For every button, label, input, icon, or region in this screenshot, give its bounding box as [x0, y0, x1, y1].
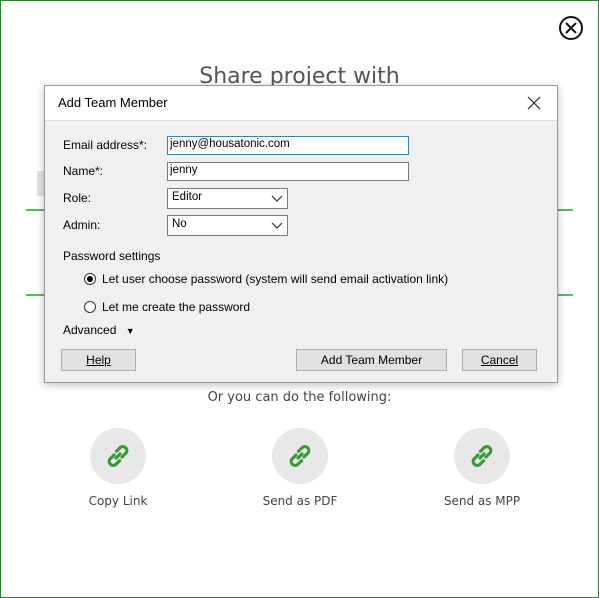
role-label: Role: — [63, 191, 92, 205]
help-button-label: Help — [86, 353, 111, 367]
admin-label: Admin: — [63, 218, 101, 232]
divider — [26, 294, 46, 296]
close-icon — [565, 22, 577, 34]
name-label: Name*: — [63, 164, 104, 178]
add-team-member-dialog: Add Team Member Email address*: jenny@ho… — [44, 85, 558, 383]
send-mpp-button[interactable] — [454, 428, 510, 484]
send-pdf-label: Send as PDF — [262, 494, 338, 508]
email-field[interactable]: jenny@housatonic.com — [167, 136, 409, 155]
add-team-member-button[interactable]: Add Team Member — [296, 349, 447, 371]
role-select[interactable]: Editor — [167, 188, 288, 209]
email-label: Email address*: — [63, 138, 148, 152]
admin-select[interactable]: No — [167, 215, 288, 236]
admin-value: No — [172, 218, 187, 230]
link-icon — [289, 445, 311, 467]
share-heading: Share project with — [199, 64, 400, 86]
password-settings-label: Password settings — [63, 249, 161, 263]
cancel-button[interactable]: Cancel — [462, 349, 537, 371]
add-button-label: Add Team Member — [320, 353, 423, 367]
chevron-down-icon — [271, 222, 283, 229]
radio-user-choose-password-label[interactable]: Let user choose password (system will se… — [102, 272, 448, 286]
send-mpp-action[interactable]: Send as MPP — [422, 428, 542, 508]
help-button[interactable]: Help — [61, 349, 136, 371]
dialog-title: Add Team Member — [58, 95, 168, 110]
copy-link-label: Copy Link — [88, 494, 148, 508]
advanced-toggle[interactable]: Advanced ▼ — [63, 323, 135, 337]
copy-link-action[interactable]: Copy Link — [58, 428, 178, 508]
radio-create-password[interactable] — [84, 301, 96, 313]
send-mpp-label: Send as MPP — [443, 494, 521, 508]
cancel-button-label: Cancel — [480, 353, 519, 367]
triangle-down-icon: ▼ — [125, 326, 135, 336]
divider — [26, 209, 46, 211]
close-icon[interactable] — [527, 96, 541, 110]
chevron-down-icon — [271, 195, 283, 202]
link-icon — [107, 445, 129, 467]
name-field[interactable]: jenny — [167, 162, 409, 181]
send-pdf-action[interactable]: Send as PDF — [240, 428, 360, 508]
radio-create-password-label[interactable]: Let me create the password — [102, 300, 250, 314]
radio-user-choose-password[interactable] — [84, 273, 96, 285]
dialog-titlebar: Add Team Member — [45, 86, 557, 121]
close-panel-button[interactable] — [559, 16, 583, 40]
send-pdf-button[interactable] — [272, 428, 328, 484]
copy-link-button[interactable] — [90, 428, 146, 484]
advanced-label: Advanced — [63, 323, 117, 337]
link-icon — [471, 445, 493, 467]
role-value: Editor — [172, 191, 203, 203]
alternatives-text: Or you can do the following: — [207, 390, 392, 405]
